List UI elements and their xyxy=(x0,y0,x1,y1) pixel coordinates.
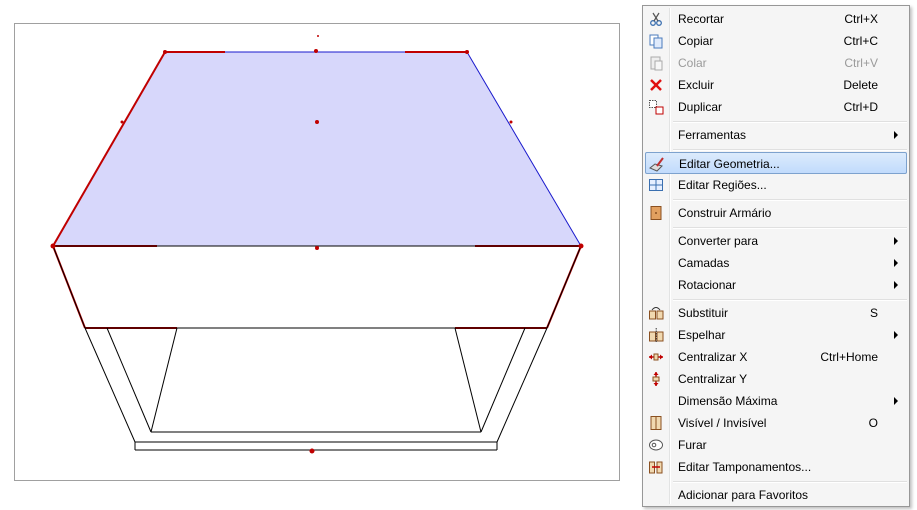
menu-item-camadas[interactable]: Camadas xyxy=(645,252,907,274)
menu-item-adicionar-favoritos[interactable]: Adicionar para Favoritos xyxy=(645,484,907,506)
menu-item-label: Excluir xyxy=(678,78,715,92)
menu-item-label: Adicionar para Favoritos xyxy=(678,488,809,502)
menu-item-rotacionar[interactable]: Rotacionar xyxy=(645,274,907,296)
menu-item-centralizar-x[interactable]: Centralizar X Ctrl+Home xyxy=(645,346,907,368)
menu-item-converter-para[interactable]: Converter para xyxy=(645,230,907,252)
menu-item-label: Dimensão Máxima xyxy=(678,394,778,408)
menu-item-label: Editar Tamponamentos... xyxy=(678,460,812,474)
menu-separator xyxy=(673,227,907,229)
replace-icon xyxy=(649,307,664,320)
menu-item-editar-geometria[interactable]: Editar Geometria... xyxy=(645,152,907,174)
menu-item-furar[interactable]: Furar xyxy=(645,434,907,456)
menu-separator xyxy=(673,481,907,483)
submenu-arrow-icon xyxy=(894,131,898,139)
duplicate-icon xyxy=(649,100,664,115)
menu-item-label: Visível / Invisível xyxy=(678,416,767,430)
menu-item-substituir[interactable]: Substituir S xyxy=(645,302,907,324)
menu-separator xyxy=(673,121,907,123)
menu-item-copiar[interactable]: Copiar Ctrl+C xyxy=(645,30,907,52)
menu-separator xyxy=(673,199,907,201)
edit-geometry-icon xyxy=(649,157,664,172)
menu-item-label: Recortar xyxy=(678,12,725,26)
visibility-icon xyxy=(650,416,662,430)
menu-item-editar-regioes[interactable]: Editar Regiões... xyxy=(645,174,907,196)
menu-item-label: Centralizar Y xyxy=(678,372,748,386)
menu-item-label: Camadas xyxy=(678,256,730,270)
menu-item-label: Substituir xyxy=(678,306,729,320)
drawing-canvas[interactable] xyxy=(14,23,620,481)
menu-item-shortcut: Ctrl+X xyxy=(844,12,878,26)
selected-top-panel[interactable] xyxy=(52,51,582,247)
menu-item-shortcut: Ctrl+C xyxy=(843,34,878,48)
center-y-icon xyxy=(652,372,660,386)
menu-item-dimensao-maxima[interactable]: Dimensão Máxima xyxy=(645,390,907,412)
menu-item-excluir[interactable]: Excluir Delete xyxy=(645,74,907,96)
menu-item-label: Converter para xyxy=(678,234,759,248)
submenu-arrow-icon xyxy=(894,397,898,405)
menu-item-recortar[interactable]: Recortar Ctrl+X xyxy=(645,8,907,30)
menu-item-label: Espelhar xyxy=(678,328,726,342)
cabinet-drawing[interactable] xyxy=(15,24,621,482)
submenu-arrow-icon xyxy=(894,259,898,267)
paste-icon xyxy=(650,56,663,71)
delete-x-icon xyxy=(650,79,662,91)
menu-item-label: Editar Regiões... xyxy=(678,178,767,192)
menu-item-shortcut: Ctrl+Home xyxy=(820,350,878,364)
menu-item-label: Construir Armário xyxy=(678,206,772,220)
menu-item-label: Ferramentas xyxy=(678,128,747,142)
menu-item-label: Furar xyxy=(678,438,707,452)
scissors-icon xyxy=(650,12,662,26)
menu-item-colar[interactable]: Colar Ctrl+V xyxy=(645,52,907,74)
menu-item-label: Copiar xyxy=(678,34,714,48)
cabinet-body xyxy=(52,245,582,451)
mirror-icon xyxy=(649,328,664,342)
menu-item-ferramentas[interactable]: Ferramentas xyxy=(645,124,907,146)
context-menu: Recortar Ctrl+X Copiar Ctrl+C Colar Ctrl… xyxy=(642,5,910,507)
submenu-arrow-icon xyxy=(894,331,898,339)
center-x-icon xyxy=(649,353,663,361)
cabinet-icon xyxy=(650,206,662,220)
menu-separator xyxy=(673,149,907,151)
menu-item-centralizar-y[interactable]: Centralizar Y xyxy=(645,368,907,390)
menu-item-shortcut: Delete xyxy=(843,78,878,92)
menu-item-label: Centralizar X xyxy=(678,350,748,364)
edit-regions-icon xyxy=(649,179,663,191)
menu-item-label: Duplicar xyxy=(678,100,723,114)
menu-item-espelhar[interactable]: Espelhar xyxy=(645,324,907,346)
submenu-arrow-icon xyxy=(894,281,898,289)
menu-item-label: Colar xyxy=(678,56,707,70)
menu-item-construir-armario[interactable]: Construir Armário xyxy=(645,202,907,224)
menu-separator xyxy=(673,299,907,301)
menu-item-duplicar[interactable]: Duplicar Ctrl+D xyxy=(645,96,907,118)
menu-item-shortcut: Ctrl+V xyxy=(844,56,878,70)
menu-item-label: Rotacionar xyxy=(678,278,737,292)
menu-item-label: Editar Geometria... xyxy=(679,157,780,171)
menu-item-shortcut: S xyxy=(869,306,878,320)
drill-icon xyxy=(649,439,663,451)
menu-item-shortcut: Ctrl+D xyxy=(843,100,878,114)
edit-panels-icon xyxy=(649,461,663,474)
submenu-arrow-icon xyxy=(894,237,898,245)
menu-item-visivel-invisivel[interactable]: Visível / Invisível O xyxy=(645,412,907,434)
copy-icon xyxy=(649,34,663,49)
menu-item-editar-tamponamentos[interactable]: Editar Tamponamentos... xyxy=(645,456,907,478)
menu-item-shortcut: O xyxy=(868,416,878,430)
